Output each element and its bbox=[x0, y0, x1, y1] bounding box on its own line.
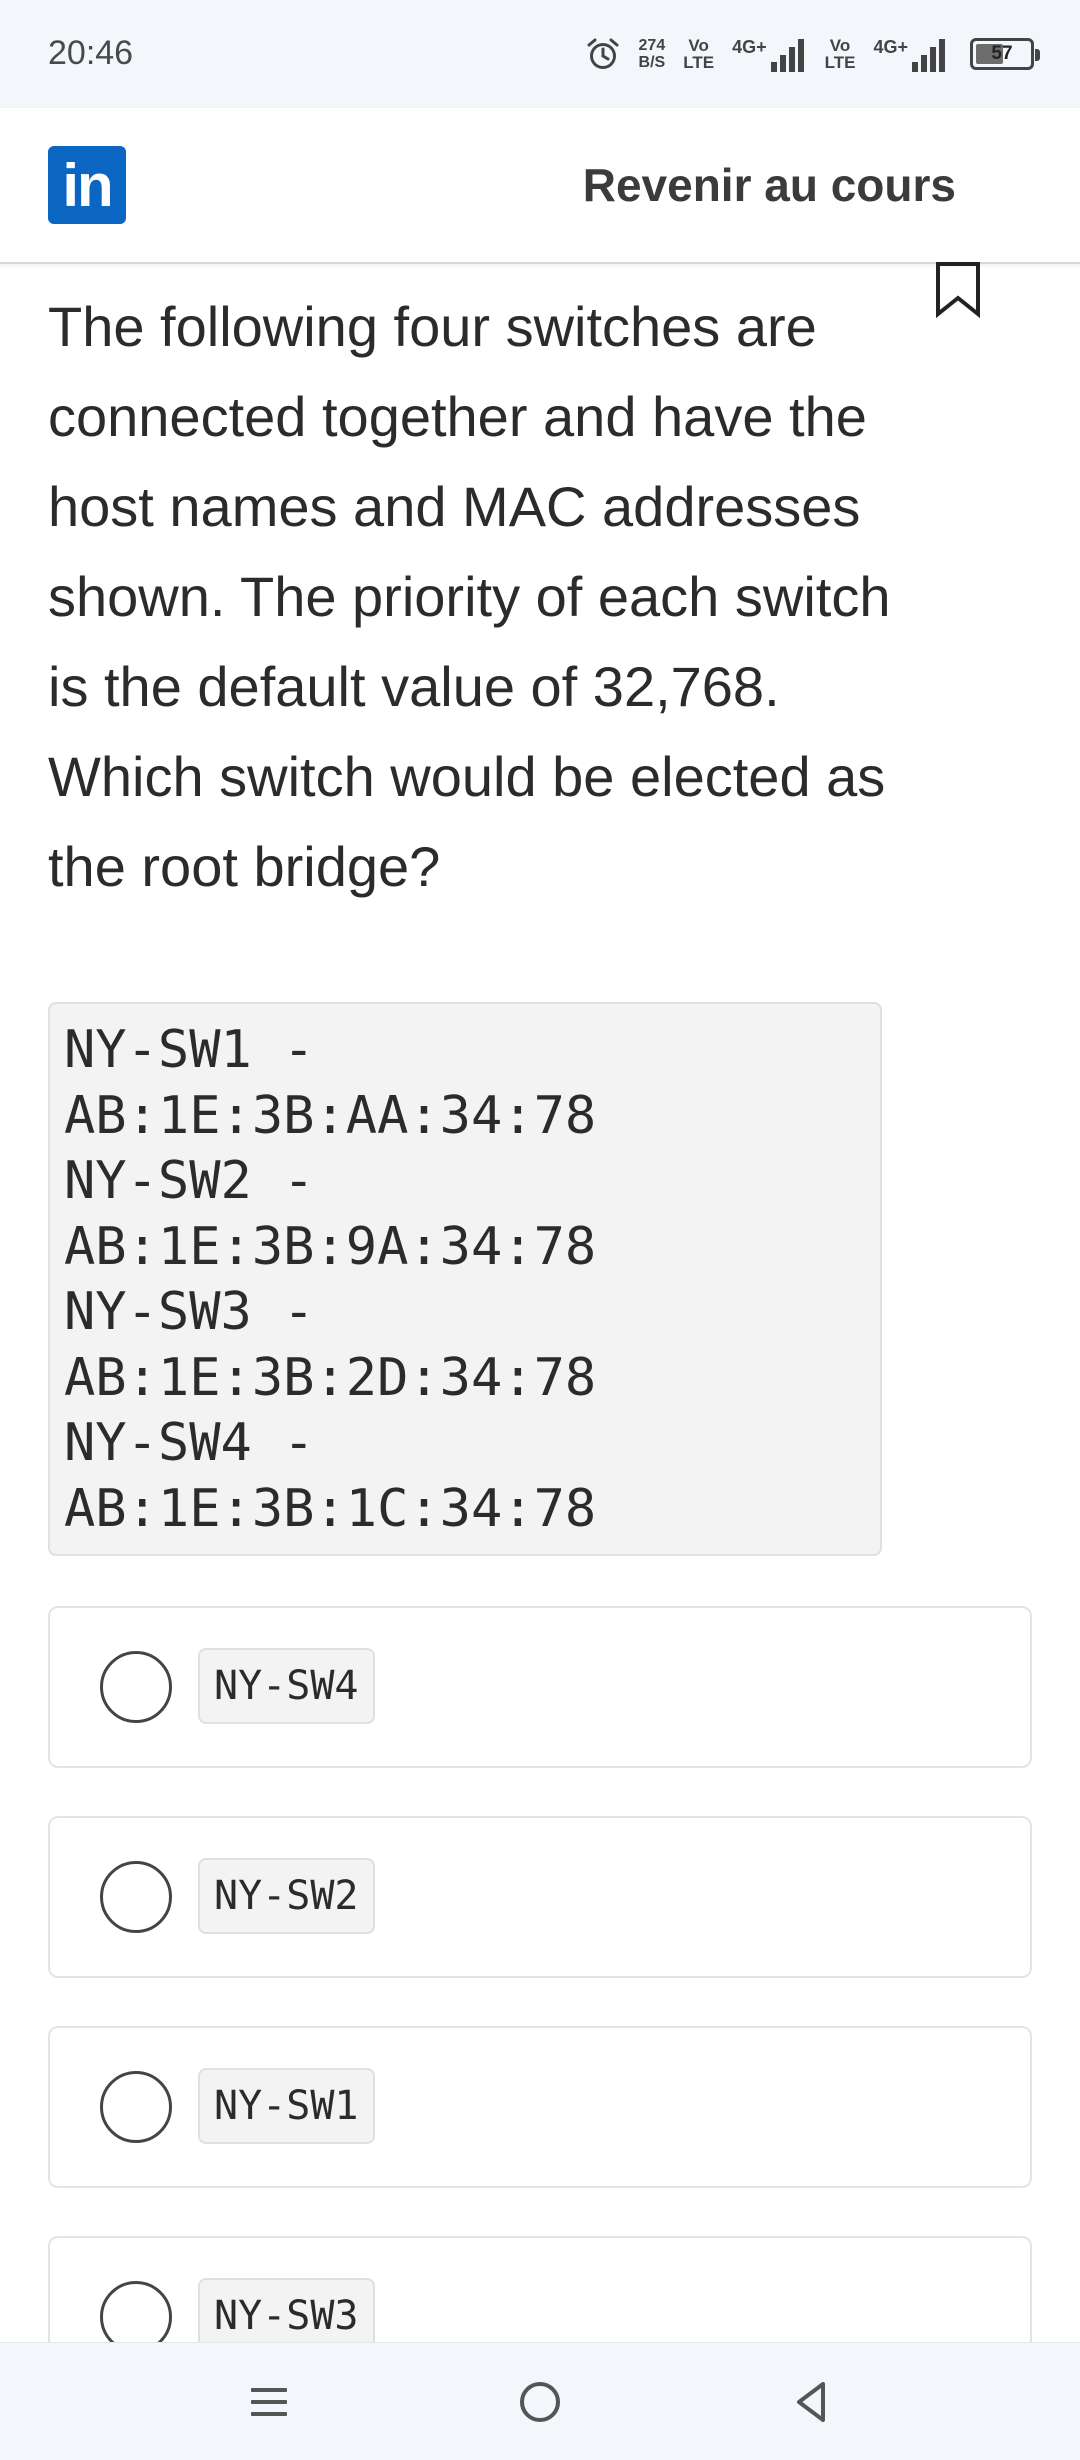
code-line: AB:1E:3B:1C:34:78 bbox=[64, 1478, 597, 1539]
sim2-volte-top: Vo bbox=[829, 36, 851, 55]
answer-option-label: NY-SW4 bbox=[198, 1648, 375, 1724]
sim2-volte: Vo LTE bbox=[825, 37, 856, 71]
sim1-signal: 4G+ bbox=[732, 37, 807, 72]
home-icon bbox=[520, 2382, 560, 2422]
sim1-volte-top: Vo bbox=[688, 36, 709, 55]
back-button[interactable] bbox=[776, 2367, 846, 2437]
battery-level: 57 bbox=[991, 43, 1013, 64]
answer-option-label: NY-SW1 bbox=[198, 2068, 375, 2144]
signal-strength-icon bbox=[912, 38, 945, 72]
sim1-network-label: 4G+ bbox=[732, 36, 767, 57]
question-text: The following four switches are connecte… bbox=[48, 295, 891, 898]
answer-option-label: NY-SW2 bbox=[198, 1858, 375, 1934]
radio-button[interactable] bbox=[100, 1861, 172, 1933]
code-line: NY-SW4 - bbox=[64, 1413, 315, 1473]
code-line: AB:1E:3B:AA:34:78 bbox=[64, 1085, 597, 1146]
status-bar: 20:46 274 B/S Vo LTE 4G+ Vo LTE 4G+ 57 bbox=[0, 0, 1080, 108]
answer-option-1[interactable]: NY-SW4 bbox=[48, 1606, 1032, 1768]
radio-button[interactable] bbox=[100, 2071, 172, 2143]
sim2-volte-bottom: LTE bbox=[824, 53, 856, 72]
recent-apps-button[interactable] bbox=[234, 2367, 304, 2437]
code-line: NY-SW2 - bbox=[64, 1151, 315, 1211]
home-button[interactable] bbox=[505, 2367, 575, 2437]
answer-option-3[interactable]: NY-SW1 bbox=[48, 2026, 1032, 2188]
answer-option-2[interactable]: NY-SW2 bbox=[48, 1816, 1032, 1978]
sim1-volte: Vo LTE bbox=[683, 37, 714, 71]
system-navigation-bar bbox=[0, 2342, 1080, 2460]
bookmark-icon[interactable] bbox=[934, 262, 982, 318]
app-header: in Revenir au cours bbox=[0, 108, 1080, 264]
signal-strength-icon bbox=[770, 38, 804, 72]
network-speed-value: 274 bbox=[638, 37, 666, 54]
network-speed: 274 B/S bbox=[639, 37, 666, 71]
radio-button[interactable] bbox=[100, 1651, 172, 1723]
status-icons: 274 B/S Vo LTE 4G+ Vo LTE 4G+ 57 bbox=[585, 30, 1040, 78]
menu-icon bbox=[251, 2388, 287, 2416]
code-line: AB:1E:3B:2D:34:78 bbox=[64, 1347, 597, 1408]
code-line: NY-SW1 - bbox=[64, 1020, 315, 1080]
back-to-course-link[interactable]: Revenir au cours bbox=[583, 158, 956, 212]
alarm-icon bbox=[587, 38, 619, 69]
back-icon bbox=[797, 2382, 825, 2422]
sim2-network-label: 4G+ bbox=[873, 36, 908, 57]
code-block: NY-SW1 - AB:1E:3B:AA:34:78 NY-SW2 - AB:1E:3… bbox=[48, 1002, 882, 1556]
linkedin-logo[interactable]: in bbox=[48, 146, 126, 224]
code-line: NY-SW3 - bbox=[64, 1282, 315, 1342]
code-line: AB:1E:3B:9A:34:78 bbox=[64, 1216, 597, 1277]
battery-indicator: 57 bbox=[970, 38, 1040, 70]
status-time: 20:46 bbox=[48, 34, 134, 72]
sim1-volte-bottom: LTE bbox=[683, 53, 715, 72]
network-speed-unit: B/S bbox=[638, 54, 666, 71]
sim2-signal: 4G+ bbox=[873, 37, 948, 72]
